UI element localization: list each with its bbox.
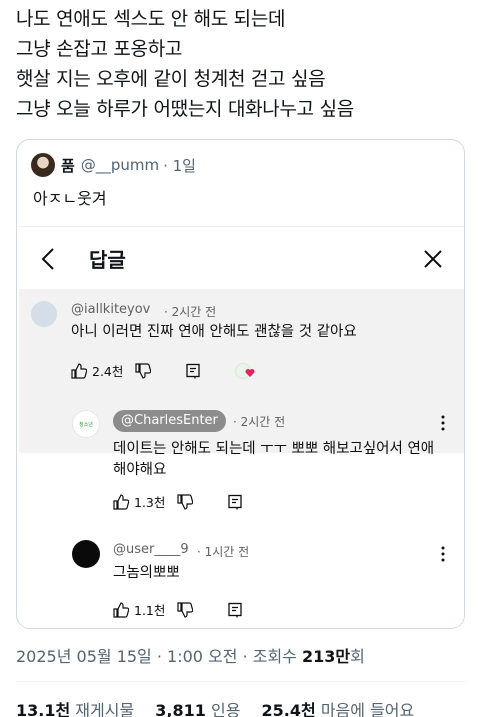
avatar: 청소년 — [72, 410, 100, 438]
comment-body-line: 해야해요 — [113, 462, 167, 478]
quotes-stat[interactable]: 3,811 인용 — [155, 701, 240, 717]
likes-label: 마음에 들어요 — [320, 701, 415, 717]
reply-icon — [228, 602, 243, 617]
thumbs-up-icon — [113, 493, 129, 510]
comment-actions: 1.1천 — [113, 600, 243, 619]
quoted-tweet[interactable]: 품 @__pumm · 1일 아ㅈㄴ웃겨 답글 @iallkiteyov · 2… — [16, 139, 465, 629]
comment-actions: 1.3천 — [113, 492, 243, 511]
tweet-line: 햇살 지는 오후에 같이 청계천 걷고 싶음 — [16, 68, 326, 90]
comment-handle: @user____9 — [113, 542, 189, 557]
comment-time: · 2시간 전 — [233, 415, 286, 429]
comment-handle: @CharlesEnter — [113, 410, 226, 432]
replies-title: 답글 — [89, 248, 126, 272]
divider — [16, 681, 465, 682]
avatar[interactable] — [31, 153, 55, 177]
likes-stat[interactable]: 25.4천 마음에 들어요 — [262, 701, 415, 717]
engagement-stats: 13.1천 재게시물 3,811 인용 25.4천 마음에 들어요 — [16, 697, 414, 717]
comment-body: 그놈의뽀뽀 — [113, 565, 180, 581]
thumbs-up-icon — [113, 601, 129, 618]
comment-time: · 1시간 전 — [197, 545, 250, 559]
quote-author-name[interactable]: 품 — [61, 155, 75, 176]
tweet-line: 그냥 오늘 하루가 어땠는지 대화나누고 싶음 — [16, 98, 354, 120]
back-arrow-icon — [41, 248, 54, 270]
retweets-stat[interactable]: 13.1천 재게시물 — [16, 701, 134, 717]
tweet-line: 나도 연애도 섹스도 안 해도 되는데 — [16, 8, 286, 30]
replies-screenshot: 답글 @iallkiteyov · 2시간 전 아니 이러면 진짜 연애 안해도… — [19, 226, 464, 628]
quote-author-handle[interactable]: @__pumm — [81, 156, 159, 174]
comment-actions: 2.4천 — [71, 361, 257, 380]
view-count-suffix: 회 — [350, 647, 365, 666]
quote-count: 3,811 — [155, 701, 206, 717]
timestamp-text[interactable]: 2025년 05월 15일 · 1:00 오전 · 조회수 — [16, 647, 302, 666]
reply-icon — [228, 494, 243, 509]
quote-label: 인용 — [210, 701, 241, 717]
comment-body: 아니 이러면 진짜 연애 안해도 괜찮을 것 같아요 — [71, 324, 357, 340]
like-count: 2.4천 — [92, 364, 124, 379]
tweet-text: 나도 연애도 섹스도 안 해도 되는데 그냥 손잡고 포옹하고 햇살 지는 오후… — [16, 4, 466, 124]
reply-icon — [186, 363, 201, 378]
creator-heart — [235, 362, 257, 380]
retweet-count: 13.1천 — [16, 701, 71, 717]
quote-header: 품 @__pumm · 1일 — [31, 152, 196, 178]
like-count: 1.1천 — [134, 603, 166, 618]
more-options-icon — [441, 415, 445, 431]
view-count: 213만 — [302, 647, 351, 666]
replies-header: 답글 — [19, 227, 464, 289]
retweet-label: 재게시물 — [75, 701, 135, 717]
comment-time: · 2시간 전 — [164, 305, 217, 319]
more-options-icon — [441, 546, 445, 562]
comment-handle: @iallkiteyov — [71, 302, 151, 317]
heart-icon — [245, 368, 255, 377]
tweet-line: 그냥 손잡고 포옹하고 — [16, 38, 183, 60]
thumbs-down-icon — [177, 601, 194, 618]
thumbs-down-icon — [177, 493, 194, 510]
like-count-total: 25.4천 — [261, 701, 316, 717]
quote-time: · 1일 — [163, 156, 196, 175]
thumbs-down-icon — [135, 362, 152, 379]
avatar — [72, 540, 100, 568]
thumbs-up-icon — [71, 362, 87, 379]
close-icon — [424, 250, 442, 268]
tweet-timestamp[interactable]: 2025년 05월 15일 · 1:00 오전 · 조회수 213만회 — [16, 643, 365, 667]
like-count: 1.3천 — [134, 495, 166, 510]
avatar — [31, 301, 57, 327]
quote-text: 아ㅈㄴ웃겨 — [33, 189, 107, 208]
comment-body-line: 데이트는 안해도 되는데 ㅜㅜ 뽀뽀 해보고싶어서 연애 — [113, 441, 435, 457]
